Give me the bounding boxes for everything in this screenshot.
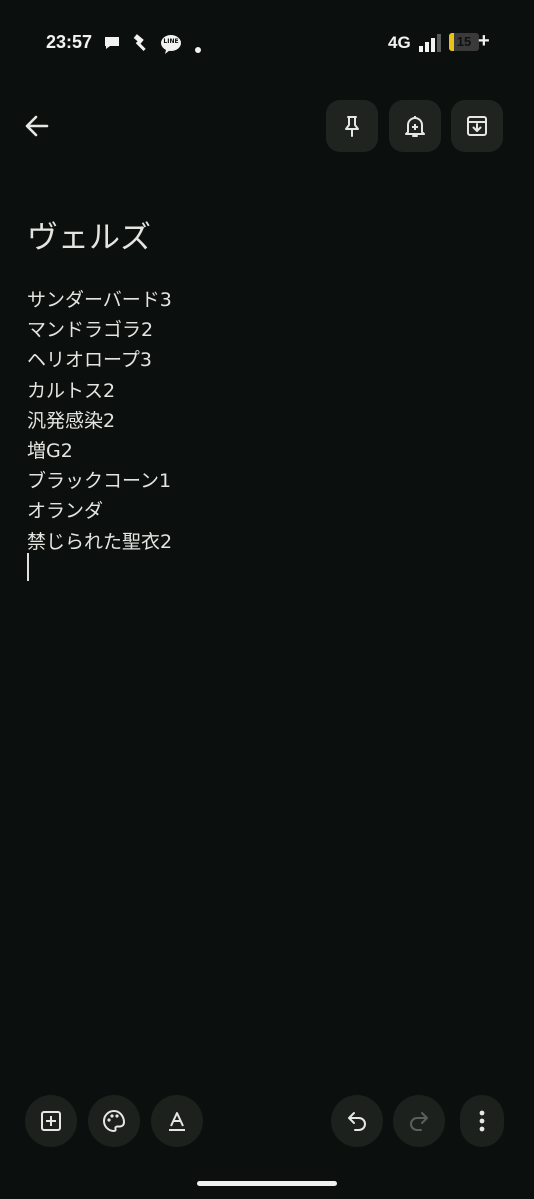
- signal-icon: [418, 34, 442, 56]
- home-indicator[interactable]: [197, 1181, 337, 1186]
- back-button[interactable]: [17, 106, 57, 146]
- note-line: 増G2: [27, 440, 73, 463]
- add-content-button[interactable]: [25, 1095, 77, 1147]
- battery-level: 15: [456, 34, 472, 49]
- undo-icon: [348, 1112, 366, 1131]
- note-body[interactable]: サンダーバード3 マンドラゴラ2 ヘリオロープ3 カルトス2 汎発感染2 増G2…: [27, 285, 172, 557]
- undo-button[interactable]: [331, 1095, 383, 1147]
- note-line: カルトス2: [27, 379, 116, 402]
- more-vert-icon: [479, 1110, 485, 1132]
- text-format-icon: [169, 1112, 185, 1131]
- note-line: ブラックコーン1: [27, 470, 172, 493]
- note-line: サンダーバード3: [27, 289, 172, 311]
- text-format-button[interactable]: [151, 1095, 203, 1147]
- note-title[interactable]: ヴェルズ: [27, 212, 151, 257]
- note-line: オランダ: [27, 500, 104, 523]
- text-cursor: [27, 553, 29, 581]
- archive-icon: [467, 116, 487, 136]
- dot-icon: [194, 39, 202, 58]
- add-box-icon: [41, 1111, 61, 1131]
- bell-plus-icon: [405, 116, 425, 137]
- network-type: 4G: [388, 33, 411, 52]
- note-line: ヘリオロープ3: [27, 349, 152, 372]
- note-line: 汎発感染2: [27, 409, 116, 432]
- palette-icon: [103, 1109, 126, 1133]
- background-color-button[interactable]: [88, 1095, 140, 1147]
- hammer-icon: [132, 34, 150, 56]
- archive-button[interactable]: [451, 100, 503, 152]
- battery-indicator: 15: [449, 33, 479, 51]
- pin-button[interactable]: [326, 100, 378, 152]
- reminder-button[interactable]: [389, 100, 441, 152]
- redo-button[interactable]: [393, 1095, 445, 1147]
- pin-icon: [345, 116, 359, 137]
- charging-plus-icon: +: [478, 30, 490, 52]
- redo-icon: [410, 1112, 428, 1131]
- status-bar: 23:57 LINE 4G 15 +: [0, 0, 534, 88]
- arrow-back-icon: [25, 115, 49, 137]
- note-line: マンドラゴラ2: [27, 319, 154, 342]
- status-time: 23:57: [46, 32, 93, 52]
- line-badge-text: LINE: [163, 38, 179, 45]
- more-options-button[interactable]: [460, 1095, 504, 1147]
- line-app-icon: LINE: [160, 34, 182, 58]
- note-line: 禁じられた聖衣2: [27, 530, 173, 553]
- chat-bubble-icon: [103, 34, 121, 56]
